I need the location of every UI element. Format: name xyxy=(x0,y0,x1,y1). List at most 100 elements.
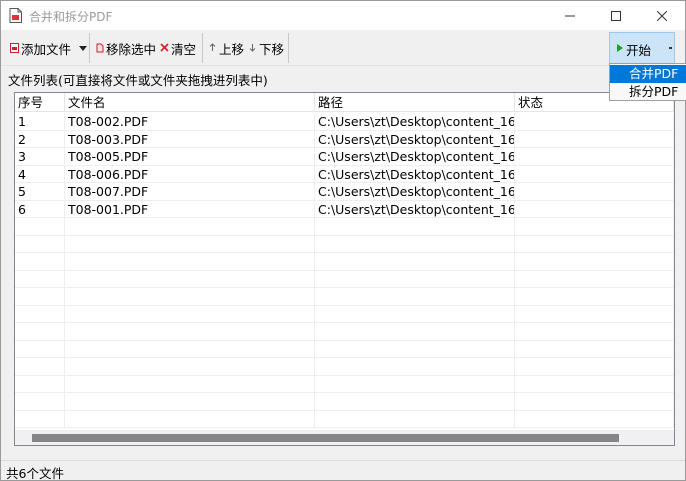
table-cell-name xyxy=(65,393,315,410)
column-header-path[interactable]: 路径 xyxy=(315,93,515,112)
table-cell-status xyxy=(515,253,674,270)
empty-row xyxy=(15,393,674,411)
table-cell-path: C:\Users\zt\Desktop\content_16... xyxy=(315,183,515,200)
remove-selected-button[interactable]: 移除选中 xyxy=(94,38,156,58)
table-cell-name xyxy=(65,253,315,270)
table-cell-status xyxy=(515,235,674,253)
table-cell-status xyxy=(515,340,674,358)
toolbar-divider xyxy=(202,33,203,63)
table-cell-index xyxy=(15,270,65,288)
table-cell-path: C:\Users\zt\Desktop\content_16... xyxy=(315,165,515,183)
table-cell-name xyxy=(65,288,315,305)
column-header-index[interactable]: 序号 xyxy=(15,93,65,112)
start-button[interactable]: 开始 xyxy=(609,32,675,64)
table-cell-status xyxy=(515,183,674,200)
add-files-button[interactable]: 添加文件 xyxy=(9,38,88,58)
table-row[interactable]: 2 T08-003.PDF C:\Users\zt\Desktop\content_… xyxy=(15,130,674,148)
table-row[interactable]: 4 T08-006.PDF C:\Users\zt\Desktop\content_… xyxy=(15,165,674,183)
table-cell-name xyxy=(65,410,315,428)
table-cell-path: C:\Users\zt\Desktop\content_16... xyxy=(315,130,515,148)
table-cell-name xyxy=(65,375,315,393)
empty-row xyxy=(15,288,674,306)
arrow-up-icon xyxy=(207,43,217,53)
maximize-button[interactable] xyxy=(593,1,639,30)
move-up-button[interactable]: 上移 xyxy=(207,38,244,58)
table-row[interactable]: 3 T08-005.PDF C:\Users\zt\Desktop\content_… xyxy=(15,148,674,166)
menu-item-split-pdf[interactable]: 拆分PDF xyxy=(610,83,686,101)
table-cell-path xyxy=(315,323,515,340)
minimize-icon xyxy=(565,15,575,16)
table-cell-status xyxy=(515,323,674,340)
close-button[interactable] xyxy=(639,1,685,30)
table-cell-status xyxy=(515,288,674,305)
table-cell-index: 2 xyxy=(15,130,65,148)
table-cell-path xyxy=(315,235,515,253)
table-cell-path xyxy=(315,288,515,305)
menu-item-merge-pdf[interactable]: 合并PDF xyxy=(610,65,686,83)
table-cell-path: C:\Users\zt\Desktop\content_16... xyxy=(315,113,515,130)
play-icon xyxy=(617,44,623,52)
table-cell-name xyxy=(65,340,315,358)
arrow-down-icon xyxy=(247,43,257,53)
table-cell-index xyxy=(15,375,65,393)
table-cell-name xyxy=(65,235,315,253)
table-cell-path xyxy=(315,340,515,358)
table-cell-path xyxy=(315,410,515,428)
window-title: 合并和拆分PDF xyxy=(29,10,113,24)
table-cell-name xyxy=(65,358,315,375)
list-header: 序号 文件名 路径 状态 xyxy=(15,93,674,112)
table-row[interactable]: 5 T08-007.PDF C:\Users\zt\Desktop\content_… xyxy=(15,183,674,201)
table-cell-status xyxy=(515,270,674,288)
table-cell-path xyxy=(315,218,515,235)
horizontal-scrollbar[interactable] xyxy=(15,430,674,445)
table-cell-name: T08-006.PDF xyxy=(65,165,315,183)
scrollbar-thumb[interactable] xyxy=(32,434,619,442)
chevron-down-icon[interactable] xyxy=(79,45,88,51)
table-row[interactable]: 6 T08-001.PDF C:\Users\zt\Desktop\content_… xyxy=(15,200,674,218)
table-cell-name xyxy=(65,305,315,323)
toolbar-divider xyxy=(288,33,289,63)
table-cell-name: T08-002.PDF xyxy=(65,113,315,130)
move-up-label: 上移 xyxy=(219,41,245,57)
empty-row xyxy=(15,305,674,323)
table-cell-index xyxy=(15,358,65,375)
status-bar: 共6个文件 xyxy=(1,460,685,481)
table-cell-name xyxy=(65,218,315,235)
title-bar[interactable]: 合并和拆分PDF xyxy=(1,1,685,30)
table-cell-index xyxy=(15,340,65,358)
table-cell-status xyxy=(515,165,674,183)
table-cell-status xyxy=(515,218,674,235)
remove-selected-label: 移除选中 xyxy=(106,41,157,57)
toolbar-divider xyxy=(89,33,90,63)
table-cell-index: 1 xyxy=(15,113,65,130)
move-down-button[interactable]: 下移 xyxy=(247,38,284,58)
table-cell-status xyxy=(515,113,674,130)
table-cell-status xyxy=(515,305,674,323)
add-files-label: 添加文件 xyxy=(21,41,72,57)
table-cell-index: 3 xyxy=(15,148,65,165)
column-header-filename[interactable]: 文件名 xyxy=(65,93,315,112)
table-cell-path: C:\Users\zt\Desktop\content_16... xyxy=(315,200,515,218)
minimize-button[interactable] xyxy=(547,1,593,30)
table-cell-index xyxy=(15,393,65,410)
table-cell-status xyxy=(515,393,674,410)
table-cell-status xyxy=(515,358,674,375)
table-cell-index xyxy=(15,288,65,305)
start-label: 开始 xyxy=(626,43,652,58)
table-cell-path xyxy=(315,305,515,323)
remove-file-icon xyxy=(94,43,104,53)
empty-row xyxy=(15,358,674,376)
table-cell-path xyxy=(315,393,515,410)
close-icon xyxy=(657,10,667,21)
table-cell-name: T08-003.PDF xyxy=(65,130,315,148)
table-row[interactable]: 1 T08-002.PDF C:\Users\zt\Desktop\content_… xyxy=(15,113,674,131)
empty-row xyxy=(15,323,674,341)
clear-button[interactable]: 清空 xyxy=(159,38,196,58)
start-dropdown-menu: 合并PDF 拆分PDF xyxy=(609,63,686,101)
table-cell-name: T08-001.PDF xyxy=(65,200,315,218)
file-list[interactable]: 序号 文件名 路径 状态 1 T08-002.PDF C:\Users\zt\Des… xyxy=(14,92,675,446)
dropdown-indicator-icon xyxy=(669,47,672,49)
empty-row xyxy=(15,375,674,393)
table-cell-status xyxy=(515,200,674,218)
table-cell-path xyxy=(315,375,515,393)
